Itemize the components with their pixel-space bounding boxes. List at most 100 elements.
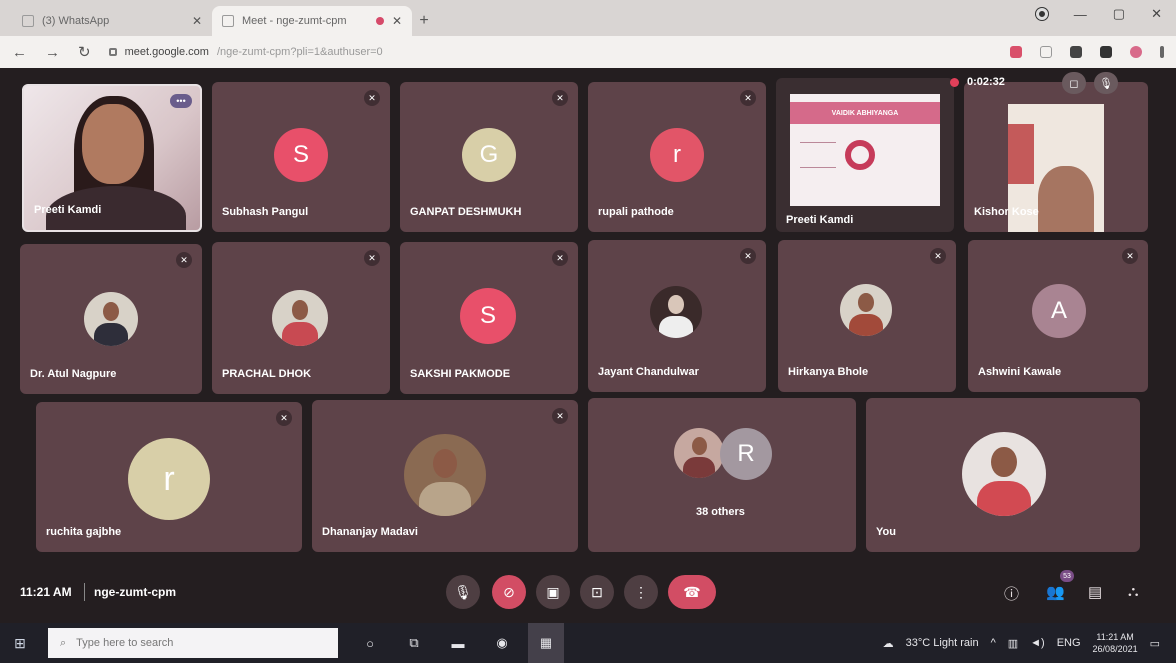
photo-head [291, 300, 309, 321]
reload-icon[interactable]: ↻ [78, 43, 91, 61]
avatar-letter: G [462, 128, 516, 182]
account-icon[interactable] [1035, 8, 1048, 20]
participant-tile[interactable]: ✕ Jayant Chandulwar [588, 240, 766, 392]
participant-name: Dhananjay Madavi [322, 526, 418, 538]
activities-icon[interactable]: ⛬ [1128, 583, 1139, 600]
more-options-icon[interactable]: ••• [170, 94, 192, 108]
participant-tile[interactable]: ✕ r ruchita gajbhe [36, 402, 302, 552]
participant-tile[interactable]: ✕ r rupali pathode [588, 82, 766, 232]
more-options-button[interactable]: ⋮ [624, 575, 658, 609]
meeting-control-bar: 11:21 AM nge-zumt-cpm 🎙 ⊘ ▣ ⊡ ⋮ ☎ ⓘ 👥 ▤ … [0, 563, 1176, 623]
participant-tile[interactable]: ✕ Hirkanya Bhole [778, 240, 956, 392]
profile-icon[interactable] [1130, 46, 1142, 58]
participant-tile[interactable]: ✕ Dhananjay Madavi [312, 400, 578, 552]
cortana-icon[interactable]: ○ [352, 623, 388, 663]
presentation-tile[interactable]: VAIDIK ABHIYANGA Preeti Kamdi [776, 78, 954, 232]
bookmark-star-icon[interactable] [1040, 46, 1052, 58]
weather-text[interactable]: 33°C Light rain [906, 637, 979, 649]
meeting-code: nge-zumt-cpm [94, 585, 176, 599]
mic-icon[interactable]: 🎙 [1094, 72, 1118, 94]
captions-button[interactable]: ▣ [536, 575, 570, 609]
participant-tile[interactable]: R 38 others [588, 398, 856, 552]
lock-icon [108, 48, 117, 56]
taskbar-search-input[interactable]: ⌕ Type here to search [48, 628, 338, 658]
participant-tile[interactable]: ✕ G GANPAT DESHMUKH [400, 82, 578, 232]
participant-name: Kishor Kose [974, 206, 1039, 218]
microphone-button[interactable]: 🎙 [446, 575, 480, 609]
search-placeholder: Type here to search [76, 637, 174, 649]
people-icon[interactable]: 👥 [1046, 583, 1065, 601]
network-icon[interactable]: ▥ [1008, 637, 1018, 650]
self-view-icon[interactable]: ◻ [1062, 72, 1086, 94]
tab-title: (3) WhatsApp [42, 15, 110, 27]
info-icon[interactable]: ⓘ [1004, 583, 1019, 604]
photo-body [93, 323, 129, 346]
photo-body [977, 480, 1031, 516]
close-window-icon[interactable]: ✕ [1151, 6, 1162, 22]
maximize-icon[interactable]: ▢ [1113, 6, 1125, 22]
meeting-time: 11:21 AM [20, 585, 72, 599]
photo-head [991, 447, 1017, 478]
avatar-letter: A [1032, 284, 1086, 338]
mic-off-icon: ✕ [552, 408, 568, 424]
chevron-up-icon[interactable]: ^ [991, 637, 996, 649]
camera-off-button[interactable]: ⊘ [492, 575, 526, 609]
windows-start-icon[interactable]: ⊞ [0, 623, 40, 663]
forward-arrow-icon[interactable]: → [45, 44, 60, 61]
participant-tile[interactable]: Kishor Kose [964, 82, 1148, 232]
notification-icon[interactable]: ▭ [1150, 637, 1160, 650]
chat-icon[interactable]: ▤ [1088, 583, 1102, 601]
participant-name: Hirkanya Bhole [788, 366, 869, 378]
language-indicator[interactable]: ENG [1057, 637, 1081, 649]
participant-name: Dr. Atul Nagpure [30, 368, 117, 380]
puzzle-icon[interactable] [1100, 46, 1112, 58]
mic-off-icon: ✕ [364, 90, 380, 106]
clock-time: 11:21 AM [1096, 632, 1134, 642]
participant-tile[interactable]: ••• Preeti Kamdi [22, 84, 202, 232]
present-button[interactable]: ⊡ [580, 575, 614, 609]
tab-whatsapp[interactable]: (3) WhatsApp ✕ [12, 6, 212, 36]
meet-grid: ••• Preeti Kamdi ✕ S Subhash Pangul ✕ G … [0, 68, 1176, 623]
file-explorer-icon[interactable]: ▬ [440, 623, 476, 663]
avatar-letter: R [720, 428, 772, 480]
avatar-photo [404, 434, 486, 516]
participant-count-badge: 53 [1060, 570, 1074, 582]
extension-icon[interactable] [1070, 46, 1082, 58]
url-host: meet.google.com [124, 46, 209, 58]
taskbar-clock[interactable]: 11:21 AM 26/08/2021 [1093, 631, 1138, 655]
participant-name: GANPAT DESHMUKH [410, 206, 522, 218]
photo-body [282, 322, 318, 346]
url-field[interactable]: meet.google.com/nge-zumt-cpm?pli=1&authu… [108, 41, 992, 63]
participant-tile[interactable]: You [866, 398, 1140, 552]
avatar-photo [272, 290, 328, 346]
new-tab-button[interactable]: + [412, 6, 436, 36]
menu-dots-icon[interactable] [1160, 46, 1164, 58]
end-call-button[interactable]: ☎ [668, 575, 716, 609]
windows-taskbar: ⊞ ⌕ Type here to search ○ ⧉ ▬ ◉ ▦ ☁ 33°C… [0, 623, 1176, 663]
photos-app-icon[interactable]: ▦ [528, 623, 564, 663]
slide-text-lines [800, 142, 836, 168]
participant-tile[interactable]: ✕ A Ashwini Kawale [968, 240, 1148, 392]
participant-tile[interactable]: ✕ PRACHAL DHOK [212, 242, 390, 394]
participant-name: Jayant Chandulwar [598, 366, 699, 378]
tab-meet[interactable]: Meet - nge-zumt-cpm ✕ [212, 6, 412, 36]
participant-name: You [876, 526, 896, 538]
back-arrow-icon[interactable]: ← [12, 44, 27, 61]
extension-icons [1010, 46, 1164, 58]
participant-tile[interactable]: ✕ S SAKSHI PAKMODE [400, 242, 578, 394]
camera-indicator-icon[interactable] [1010, 46, 1022, 58]
participant-tile[interactable]: ✕ S Subhash Pangul [212, 82, 390, 232]
window-controls: — ▢ ✕ [1035, 6, 1162, 22]
chrome-icon[interactable]: ◉ [484, 623, 520, 663]
task-view-icon[interactable]: ⧉ [396, 623, 432, 663]
photo-head [858, 293, 874, 313]
minimize-icon[interactable]: — [1074, 7, 1087, 22]
mic-off-icon: ✕ [552, 90, 568, 106]
close-icon[interactable]: ✕ [192, 14, 202, 28]
participant-tile[interactable]: ✕ Dr. Atul Nagpure [20, 244, 202, 394]
participant-name: Preeti Kamdi [786, 214, 854, 226]
volume-icon[interactable]: ◄) [1030, 637, 1045, 649]
self-controls: ◻ 🎙 [1062, 72, 1118, 94]
close-icon[interactable]: ✕ [392, 14, 402, 28]
mic-off-icon: ✕ [740, 90, 756, 106]
